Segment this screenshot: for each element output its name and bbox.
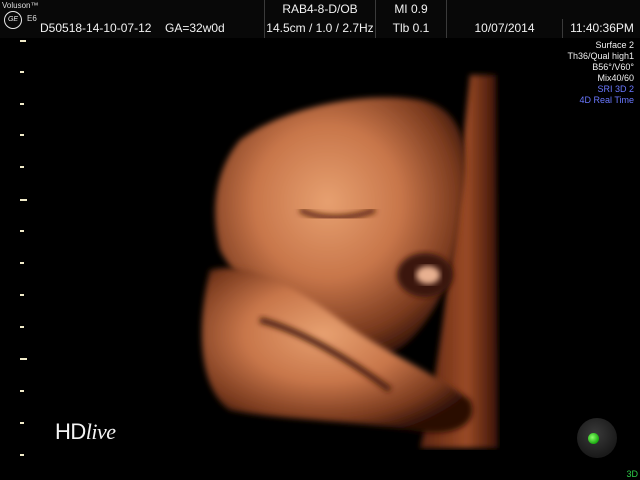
scale-tick: [20, 166, 24, 168]
header-bar: Voluson™ GE E6 RAB4-8-D/OB MI 0.9 D50518…: [0, 0, 640, 38]
scale-tick: [20, 390, 24, 392]
light-source-icon[interactable]: [588, 433, 599, 444]
scale-tick: [20, 230, 24, 232]
hdlive-logo-live: live: [85, 419, 116, 444]
parameter-panel: Surface 2 Th36/Qual high1 B56°/V60° Mix4…: [567, 40, 634, 106]
probe-label: RAB4-8-D/OB: [264, 0, 375, 19]
scale-tick: [20, 103, 24, 105]
mix-label: Mix40/60: [597, 73, 634, 83]
rotation-orbit-icon[interactable]: [577, 418, 617, 458]
hdlive-logo: HDlive: [55, 419, 116, 445]
scale-tick: [20, 358, 27, 360]
mi-label: MI 0.9: [375, 0, 446, 19]
hdlive-logo-hd: HD: [55, 419, 86, 444]
header-row-top: RAB4-8-D/OB MI 0.9: [0, 0, 640, 19]
date-label: 10/07/2014: [446, 19, 562, 38]
scale-tick: [20, 199, 27, 201]
realtime-mode-label: 4D Real Time: [579, 95, 634, 105]
render-mode-label: Surface 2: [595, 40, 634, 50]
scale-tick: [20, 40, 26, 42]
header-empty-cell: [446, 0, 640, 19]
scale-tick: [20, 134, 24, 136]
mode-3d-label: 3D: [626, 469, 638, 479]
scale-tick: [20, 454, 24, 456]
scale-tick: [20, 422, 24, 424]
gestational-age: GA=32w0d: [165, 21, 225, 35]
ultrasound-3d-render: [170, 70, 500, 450]
volume-angle-label: B56°/V60°: [592, 62, 634, 72]
scale-tick: [20, 262, 24, 264]
tib-label: Tlb 0.1: [375, 19, 446, 38]
scale-tick: [20, 326, 24, 328]
depth-frequency: 14.5cm / 1.0 / 2.7Hz: [264, 19, 375, 38]
scale-tick: [20, 71, 24, 73]
threshold-quality-label: Th36/Qual high1: [567, 51, 634, 61]
patient-id: D50518-14-10-07-12: [40, 21, 152, 35]
header-row-bottom: D50518-14-10-07-12 GA=32w0d 14.5cm / 1.0…: [0, 19, 640, 38]
time-label: 11:40:36PM: [562, 19, 640, 38]
scale-tick: [20, 294, 24, 296]
depth-scale: [20, 0, 30, 480]
sri-label: SRI 3D 2: [597, 84, 634, 94]
